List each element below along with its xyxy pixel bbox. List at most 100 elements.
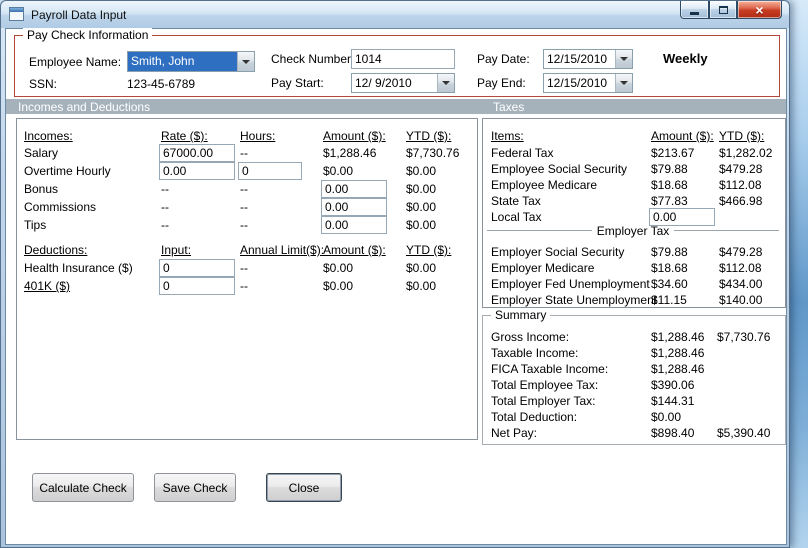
tax-amount: $11.15 xyxy=(651,293,687,307)
calculate-check-button[interactable]: Calculate Check xyxy=(32,473,134,502)
pay-date-value: 12/15/2010 xyxy=(547,52,608,66)
title-bar[interactable]: Payroll Data Input × xyxy=(1,1,789,28)
income-row-tips: Tips -- -- $0.00 xyxy=(17,216,477,234)
maximize-icon xyxy=(718,5,728,14)
tax-row-federal: Federal Tax $213.67 $1,282.02 xyxy=(483,146,785,162)
summary-row-gross: Gross Income: $1,288.46 $7,730.76 xyxy=(483,330,785,346)
tax-amount: $79.88 xyxy=(651,162,688,176)
employee-name-label: Employee Name: xyxy=(29,55,122,69)
401k-input[interactable] xyxy=(159,277,235,295)
tax-row-employee-ss: Employee Social Security $79.88 $479.28 xyxy=(483,162,785,178)
close-button[interactable]: Close xyxy=(266,473,342,502)
taxes-col-item: Items: xyxy=(491,129,524,143)
incomes-col-amount: Amount ($): xyxy=(323,129,386,143)
income-row-commissions: Commissions -- -- $0.00 xyxy=(17,198,477,216)
incomes-col-item: Incomes: xyxy=(24,129,73,143)
tax-row-employer-ss: Employer Social Security $79.88 $479.28 xyxy=(483,245,785,261)
window-controls: × xyxy=(680,1,782,19)
minimize-button[interactable] xyxy=(680,1,709,19)
employer-tax-subheader: Employer Tax xyxy=(596,223,670,238)
minimize-icon xyxy=(690,11,699,15)
tax-amount: $213.67 xyxy=(651,146,695,160)
pay-frequency-label: Weekly xyxy=(663,51,708,66)
close-window-button[interactable]: × xyxy=(737,1,782,19)
income-ytd: $0.00 xyxy=(406,200,437,214)
tax-label: Employer Medicare xyxy=(491,261,595,275)
income-row-salary: Salary -- $1,288.46 $7,730.76 xyxy=(17,144,477,162)
tax-row-employee-medicare: Employee Medicare $18.68 $112.08 xyxy=(483,178,785,194)
tax-row-state: State Tax $77.83 $466.98 xyxy=(483,194,785,210)
overtime-rate-input[interactable] xyxy=(159,162,235,180)
tax-label: Employee Medicare xyxy=(491,178,598,192)
income-ytd: $0.00 xyxy=(406,164,437,178)
salary-rate-input[interactable] xyxy=(159,144,235,162)
tips-amount-input[interactable] xyxy=(321,216,387,234)
payroll-window: Payroll Data Input × Pay Check Informati… xyxy=(0,0,790,548)
summary-label: Net Pay: xyxy=(491,426,538,440)
tax-ytd: $434.00 xyxy=(719,277,763,291)
pay-start-label: Pay Start: xyxy=(271,76,324,90)
app-icon xyxy=(9,7,24,21)
summary-label: Gross Income: xyxy=(491,330,570,344)
tax-label: Employer Social Security xyxy=(491,245,625,259)
income-label: Salary xyxy=(24,146,59,160)
income-hours: -- xyxy=(240,218,248,232)
income-rate: -- xyxy=(161,218,169,232)
income-hours: -- xyxy=(240,182,248,196)
pay-end-dropdown-arrow-icon[interactable] xyxy=(615,74,632,92)
pay-start-select[interactable]: 12/ 9/2010 xyxy=(351,73,455,93)
income-label: Bonus xyxy=(24,182,59,196)
paycheck-info-group: Pay Check Information Employee Name: Smi… xyxy=(14,28,780,97)
summary-amount: $1,288.46 xyxy=(651,346,705,360)
income-ytd: $0.00 xyxy=(406,218,437,232)
save-check-button[interactable]: Save Check xyxy=(154,473,236,502)
pay-end-value: 12/15/2010 xyxy=(547,76,608,90)
income-hours: -- xyxy=(240,200,248,214)
pay-end-select[interactable]: 12/15/2010 xyxy=(543,73,633,93)
bonus-amount-input[interactable] xyxy=(321,180,387,198)
summary-row-fica: FICA Taxable Income: $1,288.46 xyxy=(483,362,785,378)
window-title: Payroll Data Input xyxy=(31,8,127,22)
deduction-401k-link[interactable]: 401K ($) xyxy=(24,279,70,293)
deduction-limit: -- xyxy=(240,279,248,293)
deduction-label: Health Insurance ($) xyxy=(24,261,133,275)
income-hours: -- xyxy=(240,146,248,160)
check-number-label: Check Number: xyxy=(271,52,355,66)
commissions-amount-input[interactable] xyxy=(321,198,387,216)
tax-amount: $18.68 xyxy=(651,261,688,275)
tax-label: Employer Fed Unemployment xyxy=(491,277,650,291)
income-rate: -- xyxy=(161,182,169,196)
pay-start-dropdown-arrow-icon[interactable] xyxy=(437,74,454,92)
deductions-col-item: Deductions: xyxy=(24,243,88,257)
income-amount: $1,288.46 xyxy=(323,146,377,160)
paycheck-info-legend: Pay Check Information xyxy=(23,28,153,42)
check-number-input[interactable] xyxy=(351,49,455,69)
employee-name-select[interactable]: Smith, John xyxy=(127,51,255,72)
pay-date-dropdown-arrow-icon[interactable] xyxy=(615,50,632,68)
health-insurance-input[interactable] xyxy=(159,259,235,277)
employee-name-dropdown-arrow-icon[interactable] xyxy=(237,52,254,71)
pay-date-select[interactable]: 12/15/2010 xyxy=(543,49,633,69)
employer-tax-divider: Employer Tax xyxy=(487,223,780,238)
ssn-label: SSN: xyxy=(29,77,58,91)
tax-label: Federal Tax xyxy=(491,146,554,160)
tax-label: Local Tax xyxy=(491,210,542,224)
summary-row-net-pay: Net Pay: $898.40 $5,390.40 xyxy=(483,426,785,442)
ssn-value: 123-45-6789 xyxy=(127,77,196,91)
tax-ytd: $1,282.02 xyxy=(719,146,773,160)
tax-amount: $18.68 xyxy=(651,178,688,192)
maximize-button[interactable] xyxy=(709,1,737,19)
overtime-hours-input[interactable] xyxy=(238,162,302,180)
divider-line xyxy=(487,230,592,231)
tax-row-employer-state-unemployment: Employer State Unemployment $11.15 $140.… xyxy=(483,293,785,309)
summary-amount: $1,288.46 xyxy=(651,362,705,376)
tax-amount: $34.60 xyxy=(651,277,688,291)
deduction-row-401k: 401K ($) -- $0.00 $0.00 xyxy=(17,277,477,295)
summary-label: Total Deduction: xyxy=(491,410,578,424)
deduction-row-health-insurance: Health Insurance ($) -- $0.00 $0.00 xyxy=(17,259,477,277)
income-ytd: $0.00 xyxy=(406,182,437,196)
summary-amount: $1,288.46 xyxy=(651,330,705,344)
tax-ytd: $112.08 xyxy=(719,261,762,275)
summary-label: FICA Taxable Income: xyxy=(491,362,609,376)
tax-row-employer-medicare: Employer Medicare $18.68 $112.08 xyxy=(483,261,785,277)
